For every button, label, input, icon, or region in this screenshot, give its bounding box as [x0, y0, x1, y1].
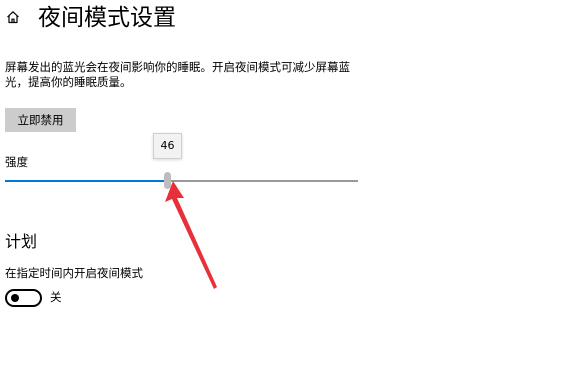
disable-now-button[interactable]: 立即禁用	[5, 108, 76, 132]
toggle-state-label: 关	[50, 290, 62, 304]
slider-track-filled[interactable]	[5, 180, 166, 182]
strength-label: 强度	[5, 155, 28, 169]
home-button[interactable]	[4, 8, 22, 26]
schedule-toggle[interactable]	[5, 289, 42, 307]
page-title: 夜间模式设置	[38, 5, 176, 31]
home-icon	[7, 11, 19, 24]
slider-value-tooltip: 46	[153, 133, 182, 159]
description-text: 屏幕发出的蓝光会在夜间影响你的睡眠。开启夜间模式可减少屏幕蓝光，提高你的睡眠质量…	[5, 60, 350, 89]
strength-slider-thumb[interactable]	[164, 172, 171, 189]
schedule-option-label: 在指定时间内开启夜间模式	[5, 266, 143, 280]
schedule-heading: 计划	[5, 232, 38, 251]
toggle-knob	[11, 294, 19, 302]
slider-track-empty[interactable]	[170, 180, 358, 182]
annotation-arrow	[165, 181, 217, 289]
